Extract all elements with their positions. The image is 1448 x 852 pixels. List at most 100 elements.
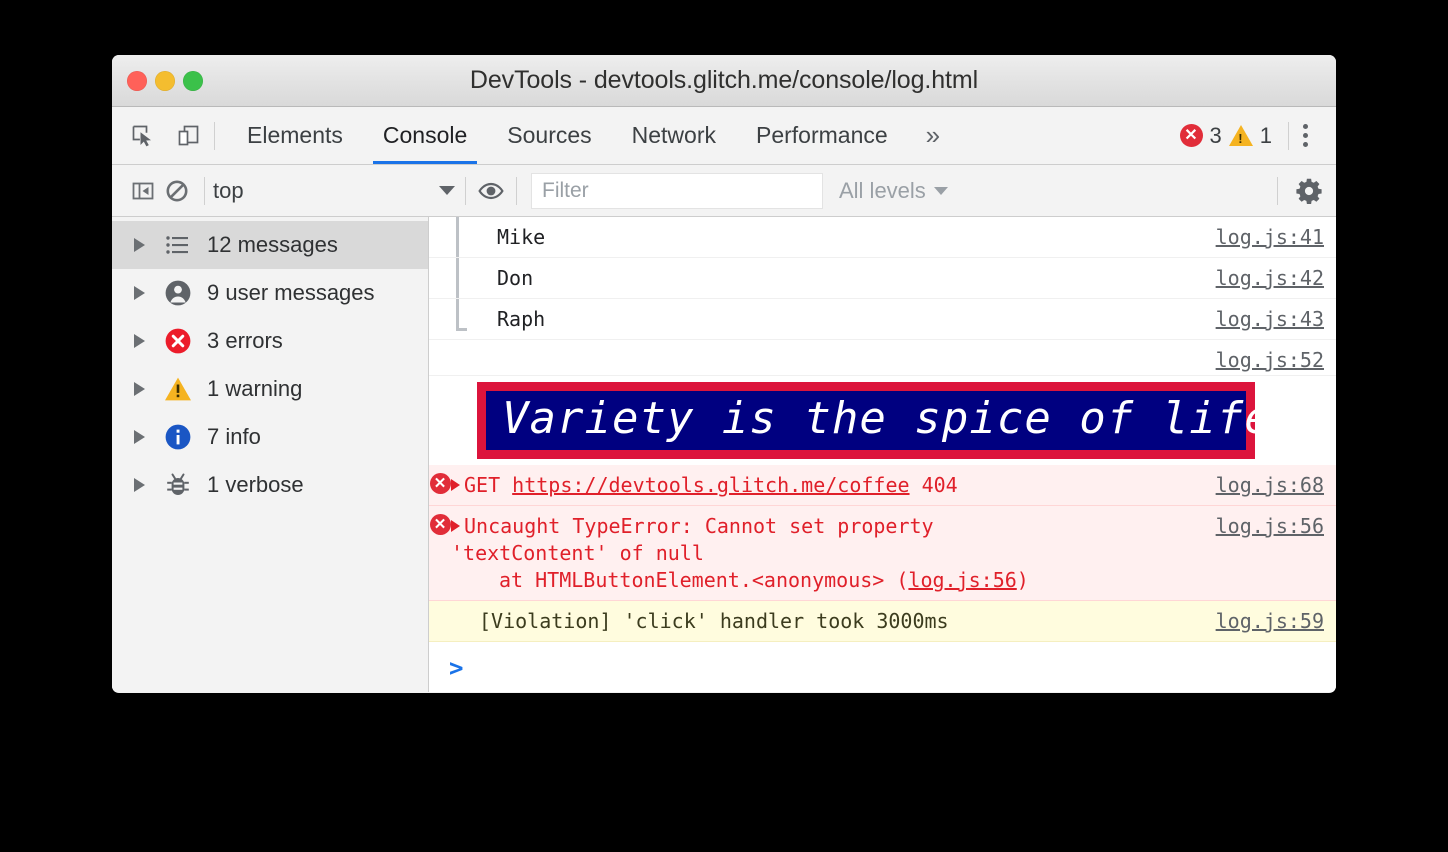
- source-link-text: log.js:52: [1215, 348, 1324, 372]
- console-row-network-error[interactable]: ✕ GET https://devtools.glitch.me/coffee …: [429, 465, 1336, 506]
- source-link[interactable]: log.js:52: [1206, 340, 1336, 372]
- sidebar-item-label: 9 user messages: [207, 280, 375, 305]
- sidebar-item-verbose[interactable]: 1 verbose: [112, 461, 428, 509]
- minimize-window-button[interactable]: [155, 71, 175, 91]
- tabbar-divider: [214, 121, 215, 150]
- console-message-text: [Violation] 'click' handler took 3000ms: [479, 609, 949, 633]
- sidebar-item-info[interactable]: 7 info: [112, 413, 428, 461]
- live-expression-icon[interactable]: [474, 174, 508, 208]
- tab-label: Sources: [507, 122, 592, 148]
- error-icon: ✕: [429, 514, 451, 535]
- error-count: 3: [1209, 122, 1222, 148]
- error-icon: ✕: [1179, 124, 1203, 147]
- kebab-menu-icon[interactable]: [1289, 124, 1322, 147]
- gear-icon[interactable]: [1292, 174, 1326, 208]
- more-tabs-icon[interactable]: »: [908, 107, 958, 164]
- execution-context-selector[interactable]: top: [213, 178, 455, 204]
- close-window-button[interactable]: [127, 71, 147, 91]
- source-link[interactable]: log.js:59: [1206, 601, 1336, 633]
- console-message-text: GET https://devtools.glitch.me/coffee 40…: [451, 465, 1206, 505]
- console-row-log[interactable]: Raph log.js:43: [429, 299, 1336, 340]
- expand-arrow-icon[interactable]: [134, 478, 145, 492]
- filterbar-divider-4: [1277, 176, 1278, 205]
- tabbar-left-icons: [112, 107, 214, 164]
- source-link[interactable]: log.js:68: [1206, 465, 1336, 497]
- issue-counts[interactable]: ✕ 3 1: [1179, 122, 1289, 149]
- panel-tabs: Elements Console Sources Network Perform…: [227, 107, 958, 164]
- tab-performance[interactable]: Performance: [736, 107, 908, 164]
- warning-count: 1: [1259, 122, 1272, 148]
- expand-arrow-icon[interactable]: [134, 286, 145, 300]
- sidebar-item-messages[interactable]: 12 messages: [112, 221, 428, 269]
- source-link[interactable]: log.js:41: [1206, 217, 1336, 249]
- clear-console-icon[interactable]: [160, 174, 194, 208]
- sidebar-item-label: 1 verbose: [207, 472, 304, 497]
- filter-input[interactable]: Filter: [531, 172, 823, 209]
- console-message-text: Raph: [497, 307, 546, 331]
- expand-arrow-icon[interactable]: [451, 520, 460, 532]
- row-gutter: [429, 601, 451, 609]
- row-gutter: [429, 340, 451, 348]
- console-body: 12 messages 9 user messages 3 errors 1 w…: [112, 217, 1336, 692]
- tab-label: Performance: [756, 122, 888, 148]
- row-gutter: [429, 217, 451, 225]
- request-url-link[interactable]: https://devtools.glitch.me/coffee: [512, 473, 909, 497]
- devtools-tabbar: Elements Console Sources Network Perform…: [112, 107, 1336, 165]
- list-icon: [163, 232, 193, 258]
- console-row-violation[interactable]: [Violation] 'click' handler took 3000ms …: [429, 601, 1336, 642]
- filterbar-divider-3: [516, 176, 517, 205]
- source-link-text: log.js:59: [1215, 609, 1324, 633]
- info-icon: [163, 423, 193, 451]
- source-link[interactable]: log.js:42: [1206, 258, 1336, 290]
- request-status: 404: [921, 473, 958, 497]
- warning-icon: [163, 375, 193, 403]
- styled-log-banner: Variety is the spice of life: [477, 382, 1271, 459]
- window-titlebar: DevTools - devtools.glitch.me/console/lo…: [112, 55, 1336, 107]
- person-icon: [163, 279, 193, 307]
- styled-log-text: Variety is the spice of life: [502, 393, 1272, 444]
- console-filter-toolbar: top Filter All levels: [112, 165, 1336, 217]
- console-row-log[interactable]: Don log.js:42: [429, 258, 1336, 299]
- tab-label: Network: [631, 122, 716, 148]
- expand-arrow-icon[interactable]: [134, 334, 145, 348]
- expand-arrow-icon[interactable]: [134, 382, 145, 396]
- console-row-exception[interactable]: ✕ Uncaught TypeError: Cannot set propert…: [429, 506, 1336, 601]
- console-message-text: Uncaught TypeError: Cannot set property …: [451, 506, 1206, 600]
- source-link-text: log.js:56: [1215, 514, 1324, 538]
- chevron-down-icon: [933, 186, 948, 195]
- tab-sources[interactable]: Sources: [487, 107, 611, 164]
- device-toolbar-icon[interactable]: [174, 121, 204, 151]
- source-link[interactable]: log.js:56: [1206, 506, 1336, 538]
- tab-console[interactable]: Console: [363, 107, 487, 164]
- source-link[interactable]: log.js:43: [1206, 299, 1336, 331]
- console-message-text: Mike: [497, 225, 546, 249]
- inspect-element-icon[interactable]: [128, 121, 158, 151]
- console-row-styled-source[interactable]: log.js:52: [429, 340, 1336, 376]
- log-levels-dropdown[interactable]: All levels: [839, 178, 948, 204]
- tab-network[interactable]: Network: [612, 107, 736, 164]
- tab-elements[interactable]: Elements: [227, 107, 363, 164]
- sidebar-item-errors[interactable]: 3 errors: [112, 317, 428, 365]
- sidebar-item-label: 1 warning: [207, 376, 303, 401]
- source-link-text: log.js:42: [1215, 266, 1324, 290]
- filterbar-divider-1: [204, 176, 205, 205]
- sidebar-item-warnings[interactable]: 1 warning: [112, 365, 428, 413]
- console-message-list[interactable]: Mike log.js:41 Don log.js:42 Raph log.js…: [429, 217, 1336, 692]
- tab-label: Elements: [247, 122, 343, 148]
- console-row-styled-banner[interactable]: Variety is the spice of life: [429, 376, 1336, 465]
- expand-arrow-icon[interactable]: [451, 479, 460, 491]
- exception-line-2: 'textContent' of null: [451, 541, 704, 565]
- console-sidebar: 12 messages 9 user messages 3 errors 1 w…: [112, 217, 429, 692]
- source-link-text: log.js:41: [1215, 225, 1324, 249]
- maximize-window-button[interactable]: [183, 71, 203, 91]
- console-prompt[interactable]: >: [429, 642, 1336, 682]
- devtools-window: DevTools - devtools.glitch.me/console/lo…: [112, 55, 1336, 693]
- expand-arrow-icon[interactable]: [134, 238, 145, 252]
- expand-arrow-icon[interactable]: [134, 430, 145, 444]
- sidebar-item-user-messages[interactable]: 9 user messages: [112, 269, 428, 317]
- row-gutter: ✕: [429, 506, 451, 535]
- stack-source-link[interactable]: log.js:56: [908, 568, 1016, 592]
- console-row-log[interactable]: Mike log.js:41: [429, 217, 1336, 258]
- error-icon: ✕: [429, 473, 451, 494]
- show-console-sidebar-icon[interactable]: [126, 174, 160, 208]
